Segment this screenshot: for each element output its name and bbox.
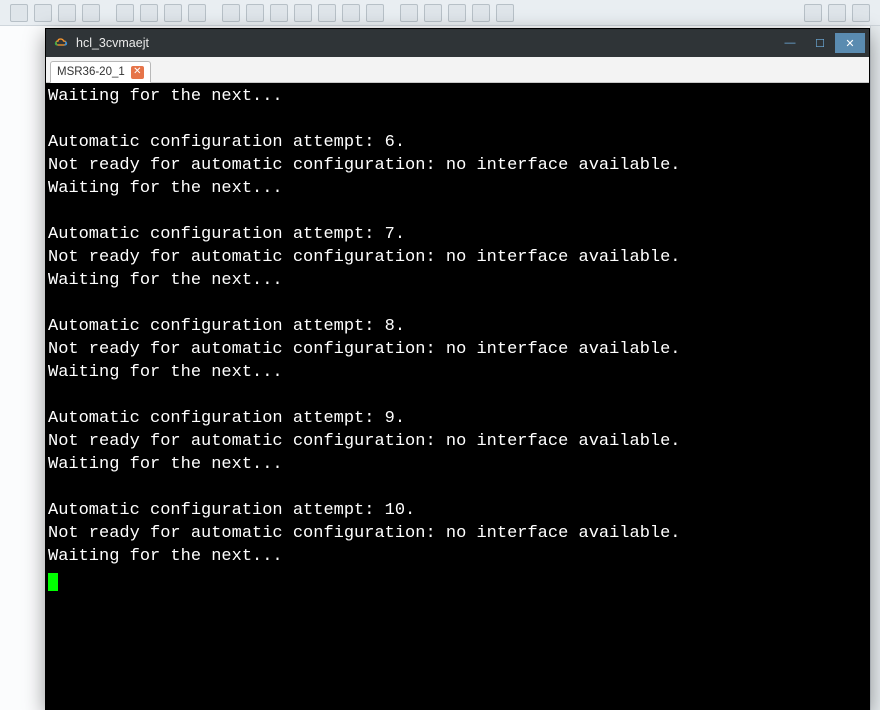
- bg-tool-icon: [164, 4, 182, 22]
- window-titlebar[interactable]: hcl_3cvmaejt — ☐ ✕: [46, 29, 869, 57]
- terminal-line: Automatic configuration attempt: 10.: [48, 499, 869, 522]
- maximize-icon: ☐: [815, 37, 825, 50]
- tab-strip: MSR36-20_1 ✕: [46, 57, 869, 83]
- terminal-line: Automatic configuration attempt: 8.: [48, 315, 869, 338]
- terminal-line: Not ready for automatic configuration: n…: [48, 154, 869, 177]
- background-sidebar: [870, 26, 880, 710]
- terminal-line: Not ready for automatic configuration: n…: [48, 522, 869, 545]
- terminal-line: [48, 108, 869, 131]
- minimize-icon: —: [785, 37, 796, 49]
- bg-tool-icon: [496, 4, 514, 22]
- bg-tool-icon: [804, 4, 822, 22]
- tab-session[interactable]: MSR36-20_1 ✕: [50, 61, 151, 83]
- bg-tool-icon: [270, 4, 288, 22]
- bg-tool-icon: [222, 4, 240, 22]
- terminal-wrap: Waiting for the next... Automatic configu…: [46, 83, 869, 709]
- bg-tool-icon: [424, 4, 442, 22]
- terminal-line: [48, 384, 869, 407]
- close-button[interactable]: ✕: [835, 33, 865, 53]
- bg-tool-icon: [366, 4, 384, 22]
- terminal-line: [48, 476, 869, 499]
- terminal-line: [48, 568, 869, 591]
- bg-tool-icon: [10, 4, 28, 22]
- tab-label: MSR36-20_1: [57, 66, 125, 78]
- terminal-line: Not ready for automatic configuration: n…: [48, 338, 869, 361]
- terminal-line: Waiting for the next...: [48, 269, 869, 292]
- bg-tool-icon: [828, 4, 846, 22]
- bg-tool-icon: [188, 4, 206, 22]
- terminal-line: Automatic configuration attempt: 9.: [48, 407, 869, 430]
- bg-tool-icon: [140, 4, 158, 22]
- bg-tool-icon: [82, 4, 100, 22]
- bg-tool-icon: [34, 4, 52, 22]
- terminal-output[interactable]: Waiting for the next... Automatic configu…: [46, 83, 869, 709]
- window-title: hcl_3cvmaejt: [76, 36, 775, 50]
- tab-close-button[interactable]: ✕: [131, 66, 144, 79]
- bg-tool-icon: [58, 4, 76, 22]
- bg-tool-icon: [852, 4, 870, 22]
- bg-tool-icon: [400, 4, 418, 22]
- terminal-line: Automatic configuration attempt: 7.: [48, 223, 869, 246]
- terminal-line: Not ready for automatic configuration: n…: [48, 246, 869, 269]
- terminal-line: Waiting for the next...: [48, 361, 869, 384]
- maximize-button[interactable]: ☐: [805, 33, 835, 53]
- terminal-line: Waiting for the next...: [48, 545, 869, 568]
- background-toolbar: [0, 0, 880, 26]
- minimize-button[interactable]: —: [775, 33, 805, 53]
- bg-tool-icon: [294, 4, 312, 22]
- terminal-cursor: [48, 573, 58, 591]
- terminal-line: Waiting for the next...: [48, 177, 869, 200]
- terminal-line: Waiting for the next...: [48, 453, 869, 476]
- bg-tool-icon: [342, 4, 360, 22]
- app-logo-icon: [54, 35, 70, 51]
- terminal-window: hcl_3cvmaejt — ☐ ✕ MSR36-20_1 ✕ Waiting …: [45, 28, 870, 710]
- terminal-line: Not ready for automatic configuration: n…: [48, 430, 869, 453]
- terminal-line: Waiting for the next...: [48, 85, 869, 108]
- close-icon: ✕: [845, 37, 854, 50]
- bg-tool-icon: [116, 4, 134, 22]
- bg-tool-icon: [318, 4, 336, 22]
- terminal-line: [48, 200, 869, 223]
- terminal-line: Automatic configuration attempt: 6.: [48, 131, 869, 154]
- tab-close-icon: ✕: [133, 67, 141, 77]
- terminal-line: [48, 292, 869, 315]
- bg-tool-icon: [448, 4, 466, 22]
- bg-tool-icon: [472, 4, 490, 22]
- bg-tool-icon: [246, 4, 264, 22]
